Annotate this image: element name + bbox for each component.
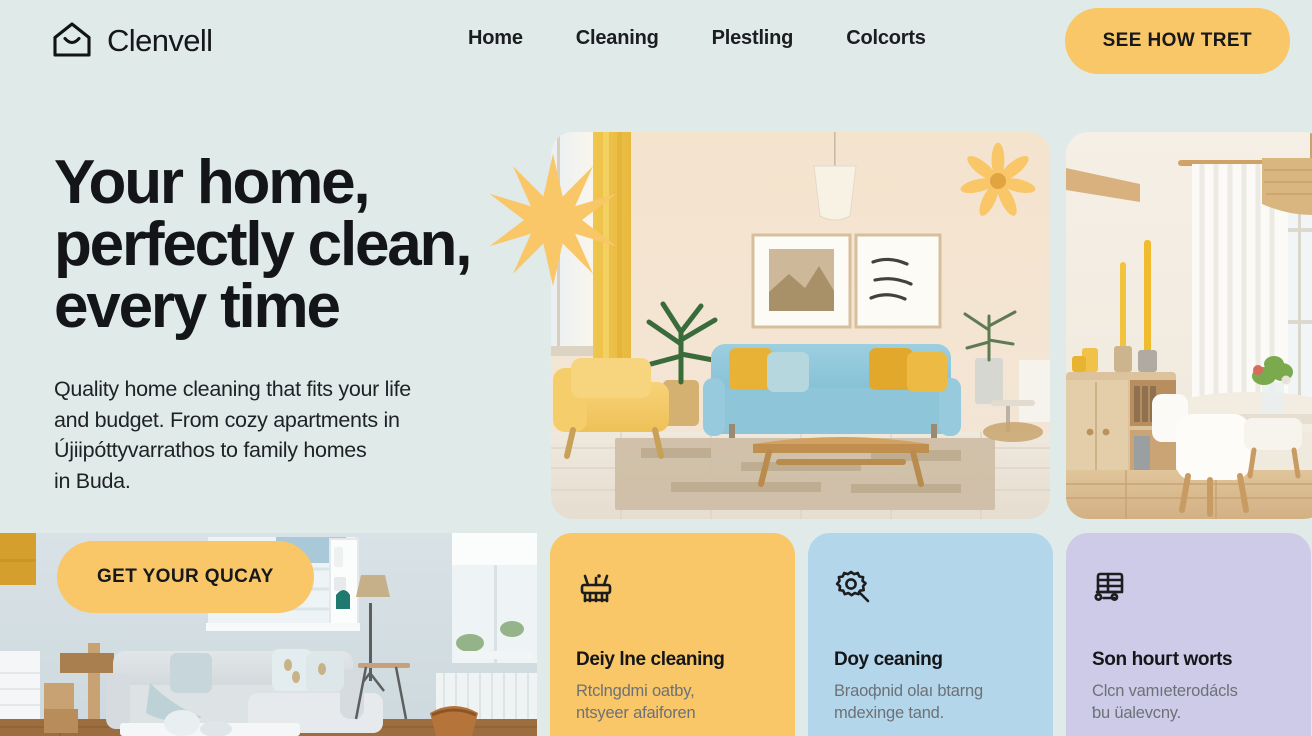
brand-name: Clenvell [107, 22, 213, 58]
feature-card-same-hour-work[interactable]: Son houгt worts Clcn vamıeterodácls ƅu ü… [1066, 533, 1311, 736]
hero-headline: Your home, perfectly clean, every time [54, 148, 472, 341]
magnifier-flower-icon [835, 570, 870, 603]
main-nav: Home Cleaning Plestling Colcorts [468, 27, 926, 50]
nav-item-plestling[interactable]: Plestling [712, 27, 794, 50]
feature-cards: Deiy lne cleaning Rtclngdmi oatby, ntsye… [550, 533, 1311, 736]
feature-card-title: Son houгt worts [1092, 649, 1233, 670]
bottom-band: GET YOUR QUCAY Deiy lne cleaning Rtclngd… [0, 533, 1312, 736]
feature-card-body: Braофnid olaı btarng mdexinge tand. [834, 681, 984, 722]
nav-item-cleaning[interactable]: Cleaning [576, 27, 659, 50]
site-header: Clenvell Home Cleaning Plestling Colcort… [0, 0, 1312, 82]
house-smile-icon [53, 22, 91, 57]
cleaning-cart-icon [1094, 572, 1124, 601]
hero-copy: Your home, perfectly clean, every time Q… [54, 152, 494, 497]
nav-item-colcorts[interactable]: Colcorts [846, 27, 926, 50]
feature-card-body: Rtclngdmi oatby, ntsyeer afaiforen [576, 681, 696, 722]
hero-image-dining-room [1066, 132, 1312, 519]
feature-card-title: Deiy lne cleaning [576, 649, 725, 670]
feature-card-title: Doy ceaning [834, 649, 943, 670]
header-cta-button[interactable]: SEE HOW TRET [1064, 8, 1290, 74]
hero-cta-button[interactable]: GET YOUR QUCAY [57, 541, 314, 613]
nav-item-home[interactable]: Home [468, 27, 523, 50]
feature-card-deep-cleaning[interactable]: Doy ceaning Braофnid olaı btarng mdexing… [808, 533, 1053, 736]
landing-page: Clenvell Home Cleaning Plestling Colcort… [0, 0, 1312, 736]
scrub-brush-icon [580, 574, 612, 603]
feature-card-body: Clcn vamıeterodácls ƅu üalevcny. [1092, 681, 1238, 722]
brand-logo[interactable]: Clenvell [50, 18, 213, 62]
hero-subtitle: Quality home cleaning that fits your lif… [54, 377, 411, 494]
feature-card-daily-cleaning[interactable]: Deiy lne cleaning Rtclngdmi oatby, ntsye… [550, 533, 795, 736]
hero-image-living-room [551, 132, 1050, 519]
